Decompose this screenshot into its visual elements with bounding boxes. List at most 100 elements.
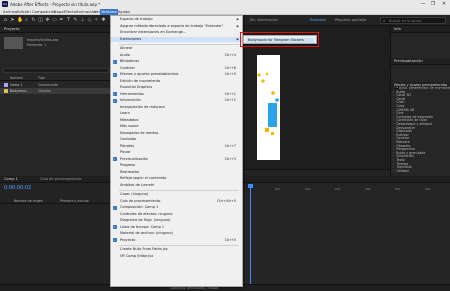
column-primario[interactable]: Primario y vínculo (60, 199, 89, 203)
text-tool-icon[interactable]: T (66, 18, 71, 23)
window-menu-item[interactable]: Diagrama de flujo: (ninguno) (111, 218, 242, 223)
project-thumbnail (4, 37, 23, 49)
workspace-pequena-pantalla[interactable]: Pequeña pantalla (335, 18, 366, 22)
menu-item-label: VR Comp Editor.jsx (120, 253, 154, 258)
help-search-input[interactable]: ⌕ Buscar en la Ayuda (380, 17, 446, 24)
menu-separator (119, 190, 239, 191)
window-menu-item[interactable]: ✓ Herramientas Ctrl+1 (111, 92, 242, 97)
canvas-artwork (257, 72, 279, 135)
eraser-tool-icon[interactable]: ◇ (87, 18, 92, 23)
project-row-type: Composición (38, 83, 59, 87)
window-menu-item[interactable]: Encontrar extensiones en Exchange... (111, 30, 242, 35)
window-menu-item[interactable]: Asignar método abreviado a espacio de tr… (111, 24, 242, 29)
project-row-folder[interactable]: Bodymovi... Carpeta (0, 88, 112, 94)
menu-item-label: Essential Graphics (120, 85, 153, 89)
maximize-button[interactable]: ❐ (428, 0, 438, 8)
menu-item-shortcut: Ctrl+2 (224, 98, 236, 102)
effect-category[interactable]: › Utilidad (393, 169, 409, 173)
window-menu-item[interactable]: Edición de movimiento (111, 79, 242, 84)
menu-item-label: Refleja según el contenido (120, 176, 167, 180)
window-menu-item[interactable]: Metadatos (111, 118, 242, 123)
window-menu-item[interactable]: Carácter Ctrl+6 (111, 66, 242, 71)
zoom-tool-icon[interactable]: ⌕ (24, 18, 29, 23)
window-menu-item[interactable]: Oscilador (111, 137, 242, 142)
window-menu-item[interactable]: Refleja según el contenido (111, 176, 242, 181)
window-menu-item[interactable]: Interpolación de máscara (111, 105, 242, 110)
window-menu-item[interactable]: Navegador de medios (111, 131, 242, 136)
window-menu-item[interactable]: Rastreador (111, 170, 242, 175)
playhead[interactable] (250, 185, 251, 291)
composition-canvas[interactable] (257, 55, 280, 160)
window-menu-item[interactable]: ✓ Efectos y ajustes preestablecidos Ctrl+5 (111, 72, 242, 77)
timecode-display[interactable]: 0:00:00:02 (4, 185, 31, 191)
menu-item-shortcut: Ctrl+5 (224, 72, 236, 76)
check-icon: ✓ (112, 98, 117, 103)
window-menu-item[interactable]: Audio Ctrl+4 (111, 53, 242, 58)
viewer-controls-bar (243, 169, 390, 176)
window-menu-item[interactable]: Create Nulls From Paths.jsx (111, 247, 242, 252)
window-menu-item[interactable]: ✓ Línea de tiempo: Comp 1 (111, 225, 242, 230)
menu-item-label: Learn (120, 111, 130, 115)
brush-tool-icon[interactable]: ✎ (73, 18, 78, 23)
project-search-input[interactable] (3, 68, 109, 73)
help-search-placeholder: Buscar en la Ayuda (389, 19, 422, 23)
window-menu-item[interactable]: ✓ Previsualización Ctrl+3 (111, 157, 242, 162)
workspace-sin-informacion[interactable]: Sin información (250, 18, 278, 22)
tab-info[interactable]: Info (394, 27, 401, 31)
window-menu-item[interactable]: ✓ Información Ctrl+2 (111, 98, 242, 103)
window-menu-item[interactable]: Material de archivo: (ninguno) (111, 231, 242, 236)
puppet-tool-icon[interactable]: ✱ (101, 18, 106, 23)
minimize-button[interactable]: — (418, 0, 428, 8)
tab-proyecto[interactable]: Proyecto (4, 27, 20, 31)
window-menu-item[interactable]: Ámbitos de Lumetri (111, 183, 242, 188)
pan-behind-tool-icon[interactable]: ✥ (45, 18, 50, 23)
window-menu-dropdown: Espacio de trabajo ▶ Asignar método abrevi… (110, 15, 243, 287)
folder-icon (4, 89, 8, 93)
window-menu-item[interactable]: Progreso (111, 163, 242, 168)
menu-item-label: Material de archivo: (ninguno) (120, 231, 173, 235)
check-icon: ✓ (112, 92, 117, 96)
window-menu-item[interactable]: Espacio de trabajo ▶ (111, 17, 242, 22)
rotate-tool-icon[interactable]: ↻ (31, 18, 36, 23)
window-menu-item[interactable]: Cola de procesamiento Ctrl+Alt+0 (111, 199, 242, 204)
window-menu-item[interactable]: Essential Graphics (111, 85, 242, 90)
window-menu-item[interactable]: ✓ Proyecto Ctrl+0 (111, 238, 242, 243)
workspace-estandar[interactable]: Estándar (310, 18, 326, 22)
timeline-track-area[interactable] (243, 185, 450, 291)
playhead-handle[interactable] (248, 184, 253, 188)
window-menu-item[interactable]: Párrafos Ctrl+7 (111, 144, 242, 149)
tab-render-queue[interactable]: Cola de procesamiento (40, 177, 81, 181)
column-nombre[interactable]: Nombre (10, 76, 23, 80)
project-row-type: Carpeta (38, 89, 51, 93)
menu-item-label: Capa: (ninguno) (120, 192, 149, 196)
window-menu-item[interactable]: Controles de efectos: ninguno (111, 212, 242, 217)
roto-brush-tool-icon[interactable]: ✧ (94, 18, 99, 23)
column-nombre-origen[interactable]: Nombre de origen (14, 199, 43, 203)
menu-separator (119, 245, 239, 246)
menu-item-label: Ámbitos de Lumetri (120, 182, 155, 187)
window-menu-item[interactable]: Alinear (111, 46, 242, 51)
tab-previsualizacion[interactable]: Previsualización (394, 59, 423, 63)
menu-item-label: Más suave (120, 124, 139, 128)
window-menu-item[interactable]: Pinzar (111, 150, 242, 155)
stamp-tool-icon[interactable]: ⊥ (80, 18, 85, 23)
window-menu-item[interactable]: ✓ Composición: Comp 1 (111, 205, 242, 210)
hand-tool-icon[interactable]: ✋ (17, 18, 23, 23)
column-tipo[interactable]: Tipo (38, 76, 45, 80)
rectangle-tool-icon[interactable]: ▭ (52, 18, 57, 23)
window-menu-item[interactable]: Extensiones ▶ (111, 36, 242, 42)
thumbnail-info: Elemento: 1 (27, 43, 47, 47)
menu-item-shortcut: Ctrl+4 (224, 52, 236, 57)
tab-comp-1[interactable]: Comp 1 (4, 177, 18, 181)
home-icon[interactable]: ⌂ (3, 18, 8, 23)
window-menu-item[interactable]: VR Comp Editor.jsx (111, 254, 242, 259)
camera-tool-icon[interactable]: ◫ (38, 18, 43, 23)
window-menu-item[interactable]: Learn (111, 111, 242, 116)
check-icon: ✓ (112, 205, 117, 210)
window-menu-item[interactable]: Más suave (111, 124, 242, 129)
window-menu-item[interactable]: ✓ Bibliotecas (111, 59, 242, 64)
close-button[interactable]: ✕ (439, 0, 449, 8)
pen-tool-icon[interactable]: ✒ (59, 18, 64, 23)
selection-tool-icon[interactable]: ➤ (10, 18, 15, 23)
window-menu-item[interactable]: Capa: (ninguno) (111, 192, 242, 197)
